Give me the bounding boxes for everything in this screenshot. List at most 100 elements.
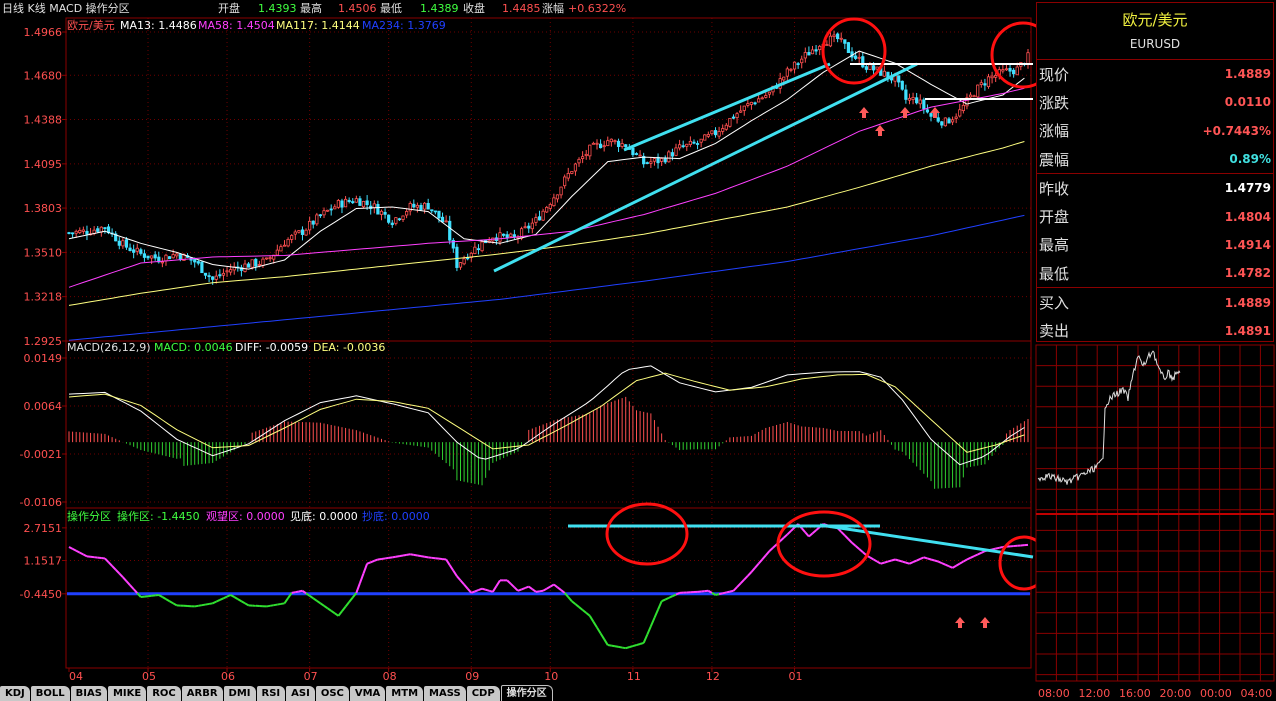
candle-body [1004, 68, 1009, 71]
zone-line-segment [567, 596, 573, 602]
tab-cdp[interactable]: CDP [466, 686, 500, 701]
candle-body [200, 261, 204, 274]
candle-body [387, 214, 391, 223]
zone-line-segment [596, 626, 602, 634]
zone-line-segment [510, 583, 516, 589]
zone-line-segment [111, 565, 117, 571]
candle-body [685, 143, 689, 147]
change-value: +0.6322% [568, 2, 626, 15]
tab-roc[interactable]: ROC [147, 686, 181, 701]
zone-line-segment [894, 558, 899, 562]
candle-body [279, 246, 283, 252]
zone-line-segment [517, 588, 522, 592]
zone-line-segment [905, 561, 910, 565]
tab-操作分区[interactable]: 操作分区 [500, 685, 553, 701]
candle-body [652, 158, 657, 162]
candle-body [473, 246, 477, 254]
zone-line-segment [588, 615, 595, 623]
tab-rsi[interactable]: RSI [256, 686, 286, 701]
candle-body [943, 117, 947, 127]
zone-line-segment [513, 586, 519, 592]
zone-line-segment [736, 582, 742, 588]
candle-body [929, 113, 933, 117]
candle-body [577, 158, 581, 164]
zone-line-segment [531, 588, 537, 593]
tab-bias[interactable]: BIAS [70, 686, 107, 701]
candle-body [293, 231, 297, 235]
quote-row: 涨幅 +0.7443% [1037, 117, 1273, 145]
zone-line-segment [295, 590, 300, 594]
candle-body [415, 204, 420, 208]
candle-body [300, 229, 305, 235]
zone-line-segment [962, 558, 968, 563]
quote-row-value: 0.0110 [1224, 95, 1271, 110]
zone-line-segment [237, 598, 242, 603]
candle-body [74, 230, 78, 234]
tab-dmi[interactable]: DMI [223, 686, 256, 701]
macd-legend-macd: MACD: 0.0046 [154, 341, 233, 354]
candle-body [480, 241, 484, 252]
candle-body [961, 104, 965, 112]
x-tick-label: 11 [627, 670, 641, 683]
candle-body [246, 263, 251, 268]
tab-kdj[interactable]: KDJ [0, 686, 30, 701]
y-tick-label: 0.0149 [24, 352, 63, 365]
zone-line-segment [970, 555, 975, 559]
tab-asi[interactable]: ASI [286, 686, 315, 701]
zone-line-segment [999, 545, 1004, 549]
zone-line-segment [79, 551, 84, 556]
zone-line-segment [323, 604, 329, 610]
y-tick-label: 1.3218 [24, 291, 63, 304]
candle-body [800, 58, 804, 64]
candle-body [537, 216, 542, 221]
candle-body [458, 262, 463, 268]
candle-body [401, 215, 405, 220]
zone-line-segment [653, 609, 659, 619]
tab-vma[interactable]: VMA [349, 686, 386, 701]
candle-body [437, 210, 441, 219]
zone-line-segment [75, 549, 81, 554]
candle-body [739, 110, 743, 113]
candle-body [509, 233, 513, 237]
zone-line-segment [880, 561, 885, 565]
zone-line-segment [768, 547, 774, 552]
ma13-legend: MA13: 1.4486 [120, 19, 197, 32]
zone-line-segment [948, 565, 953, 569]
zone-line-segment [919, 556, 925, 560]
candle-body [426, 202, 430, 210]
candle-body [261, 258, 265, 266]
quote-row: 昨收 1.4779 [1037, 174, 1273, 202]
candle-body [440, 216, 445, 223]
tab-osc[interactable]: OSC [315, 686, 349, 701]
tab-arbr[interactable]: ARBR [181, 686, 223, 701]
candle-body [545, 206, 549, 213]
zone-line-segment [621, 646, 626, 650]
candle-body [900, 80, 904, 90]
zone-line-segment [420, 555, 425, 558]
quote-row: 卖出 1.4891 [1037, 317, 1273, 345]
zone-line-segment [266, 604, 271, 608]
candle-body [760, 97, 764, 100]
candle-body [796, 63, 800, 66]
candle-body [254, 258, 258, 267]
zone-line-segment [614, 645, 619, 648]
candle-body [250, 259, 254, 268]
candle-body [922, 99, 926, 110]
candle-body [721, 128, 725, 132]
candle-body [782, 76, 786, 81]
y-tick-label: 2.7151 [24, 522, 63, 535]
tab-boll[interactable]: BOLL [30, 686, 70, 701]
candle-body [354, 198, 358, 203]
candle-body [968, 94, 973, 98]
candle-body [986, 76, 991, 87]
tab-mass[interactable]: MASS [424, 686, 466, 701]
zone-line-segment [417, 554, 422, 558]
tab-mike[interactable]: MIKE [107, 686, 147, 701]
candle-body [286, 238, 290, 247]
tab-mtm[interactable]: MTM [386, 686, 424, 701]
quote-rows: 现价 1.4889 涨跌 0.0110 涨幅 +0.7443% 震幅 0.89% 昨收 1.477… [1037, 60, 1273, 345]
zone-legend-buy: 抄底: 0.0000 [362, 509, 430, 523]
candle-body [383, 211, 387, 215]
zone-legend-bottom: 见底: 0.0000 [290, 509, 358, 523]
y-axis-labels: 1.4966 1.4680 1.4388 1.4095 1.3803 1.3510 1.32… [20, 26, 66, 601]
